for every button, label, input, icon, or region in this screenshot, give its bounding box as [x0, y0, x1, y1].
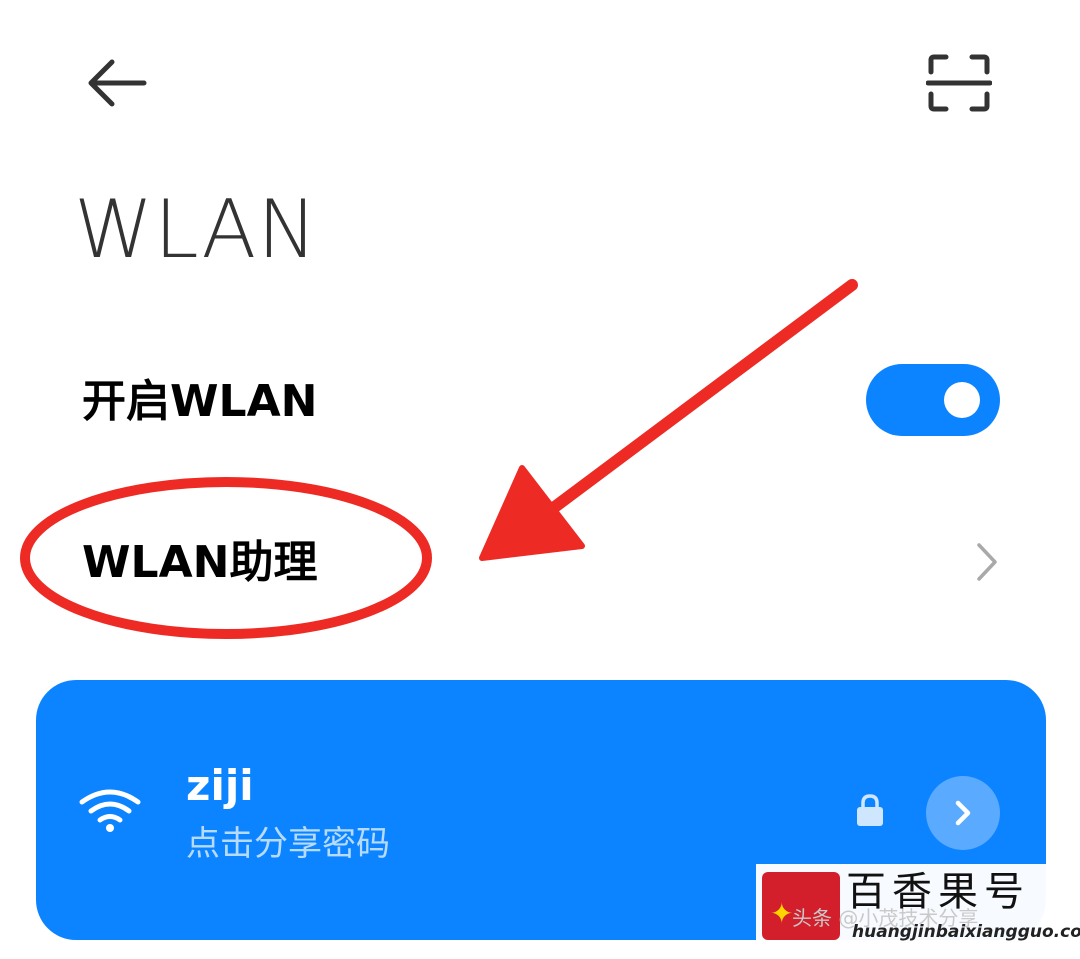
- chevron-right-icon: [972, 540, 1002, 584]
- star-icon: ✦: [770, 897, 794, 930]
- arrow-left-icon: [88, 59, 147, 107]
- network-detail-button[interactable]: [926, 776, 1000, 850]
- watermark: ✦ 头条 @小茂技术分享 百香果号 huangjinbaixiangguo.co…: [756, 864, 1080, 944]
- wlan-toggle-switch[interactable]: [866, 364, 1000, 436]
- scan-button[interactable]: [925, 52, 993, 114]
- toggle-knob: [944, 382, 980, 418]
- watermark-brand: 百香果号: [846, 869, 1030, 915]
- scan-qr-icon: [925, 54, 993, 112]
- watermark-url: huangjinbaixiangguo.com: [852, 922, 1080, 942]
- chevron-right-icon: [955, 800, 971, 826]
- page-title: WLAN: [74, 183, 319, 276]
- network-ssid: ziji: [186, 761, 254, 810]
- wifi-icon: [78, 788, 142, 834]
- wlan-toggle-label: 开启WLAN: [82, 376, 318, 427]
- lock-icon: [854, 792, 886, 828]
- share-password-hint[interactable]: 点击分享密码: [186, 822, 390, 866]
- back-button[interactable]: [82, 56, 152, 112]
- annotation-circle: [16, 474, 436, 644]
- annotation-arrow: [470, 268, 870, 568]
